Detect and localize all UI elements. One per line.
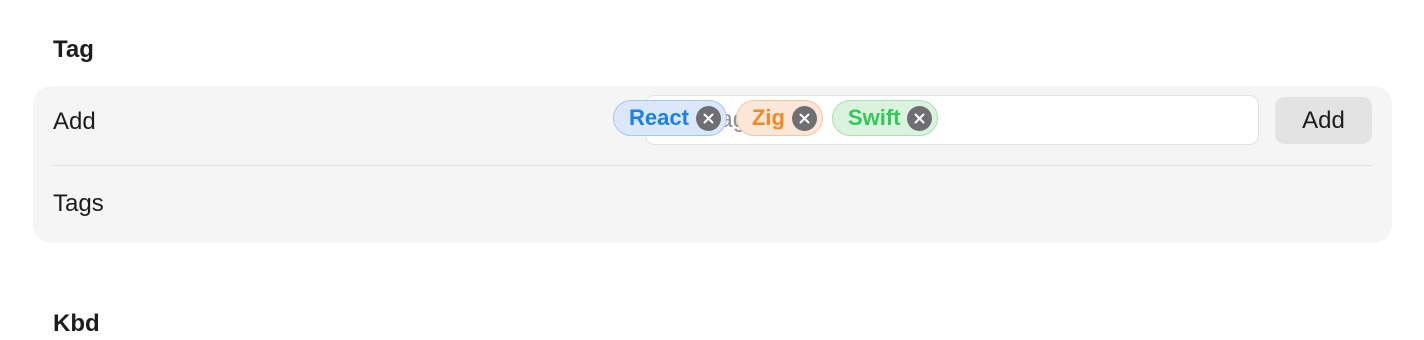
close-circle-icon[interactable]	[791, 105, 817, 131]
add-row-label: Add	[53, 108, 96, 135]
tag-chip-react: React	[613, 100, 727, 136]
tags-row: Tags	[33, 166, 1392, 243]
tag-chip-list: React Zig Swift	[613, 100, 939, 136]
tag-chip-swift: Swift	[831, 100, 939, 136]
add-tag-button[interactable]: Add	[1275, 97, 1372, 144]
tags-row-label: Tags	[53, 190, 104, 217]
tag-chip-label: React	[629, 105, 689, 130]
section-title-tag: Tag	[53, 36, 94, 63]
tag-chip-zig: Zig	[735, 100, 823, 136]
close-circle-icon[interactable]	[695, 105, 721, 131]
tag-chip-label: Zig	[751, 105, 785, 130]
section-title-kbd: Kbd	[53, 310, 100, 337]
tag-chip-label: Swift	[847, 105, 901, 130]
close-circle-icon[interactable]	[907, 105, 933, 131]
